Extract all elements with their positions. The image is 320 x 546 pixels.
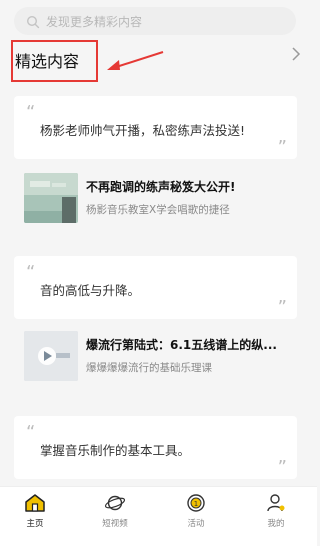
video-thumbnail[interactable] xyxy=(24,331,78,381)
quote-card[interactable]: “ 掌握音乐制作的基本工具。 ” xyxy=(14,416,297,479)
quote-open-icon: “ xyxy=(26,102,36,123)
user-icon xyxy=(267,494,285,512)
quote-text: 掌握音乐制作的基本工具。 xyxy=(40,443,191,458)
quote-close-icon: ” xyxy=(277,457,287,478)
planet-icon xyxy=(104,495,126,511)
quote-open-icon: “ xyxy=(26,262,36,283)
quote-card[interactable]: “ 杨影老师帅气开播，私密练声法投送! ” xyxy=(14,96,297,159)
video-title: 爆流行第陆式：6.1五线谱上的纵... xyxy=(86,338,277,352)
tab-label: 主页 xyxy=(26,519,44,529)
video-thumbnail[interactable] xyxy=(24,173,78,223)
section-title: 精选内容 xyxy=(11,40,98,82)
quote-card[interactable]: “ 音的高低与升降。 ” xyxy=(14,256,297,319)
svg-text:1: 1 xyxy=(194,500,198,508)
chevron-right-icon[interactable] xyxy=(291,46,301,62)
quote-close-icon: ” xyxy=(277,297,287,318)
tab-home[interactable]: 主页 xyxy=(5,493,65,543)
video-title: 不再跑调的练声秘笈大公开! xyxy=(86,180,236,194)
tab-mine[interactable]: 我的 xyxy=(246,493,306,543)
tab-short-video[interactable]: 短视频 xyxy=(85,493,145,543)
tab-label: 活动 xyxy=(187,519,205,529)
annotation-arrow-icon xyxy=(107,51,164,70)
video-subtitle: 杨影音乐教室X学会唱歌的捷径 xyxy=(86,204,230,216)
search-icon xyxy=(26,14,40,29)
video-card[interactable]: 爆流行第陆式：6.1五线谱上的纵... 爆爆爆爆流行的基础乐理课 xyxy=(14,330,297,392)
quote-text: 音的高低与升降。 xyxy=(40,283,141,298)
quote-open-icon: “ xyxy=(26,422,36,443)
medal-icon: 1 xyxy=(187,494,205,512)
quote-text: 杨影老师帅气开播，私密练声法投送! xyxy=(40,123,246,138)
tab-activity[interactable]: 1 活动 xyxy=(166,493,226,543)
tab-label: 我的 xyxy=(267,519,285,529)
home-icon xyxy=(25,494,45,512)
search-bar[interactable]: 发现更多精彩内容 xyxy=(14,7,296,35)
quote-close-icon: ” xyxy=(277,137,287,158)
video-subtitle: 爆爆爆爆流行的基础乐理课 xyxy=(86,362,212,374)
section-header: 精选内容 xyxy=(11,40,301,82)
video-card[interactable]: 不再跑调的练声秘笈大公开! 杨影音乐教室X学会唱歌的捷径 xyxy=(14,172,297,234)
tab-label: 短视频 xyxy=(102,519,128,529)
bottom-tab-bar: 主页 短视频 1 活动 我的 xyxy=(0,486,317,546)
search-placeholder: 发现更多精彩内容 xyxy=(46,14,143,29)
